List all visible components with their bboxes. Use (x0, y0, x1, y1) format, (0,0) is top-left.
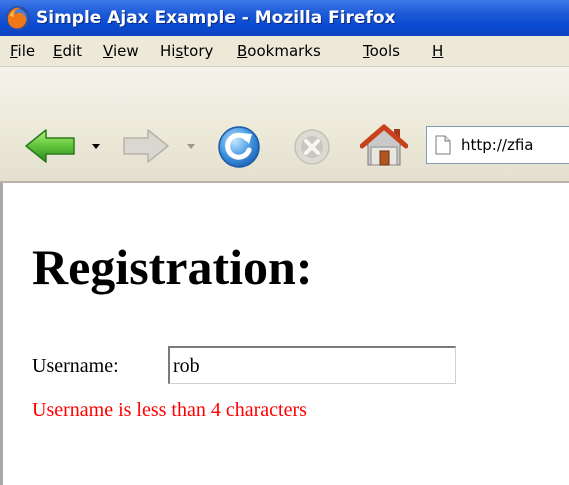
forward-dropdown-icon[interactable] (187, 144, 195, 149)
username-input[interactable] (168, 346, 456, 384)
home-icon[interactable] (360, 123, 408, 169)
menu-view[interactable]: View (103, 42, 139, 60)
menu-edit-label: dit (62, 42, 83, 60)
browser-window: Simple Ajax Example - Mozilla Firefox Fi… (0, 0, 569, 485)
menu-bookmarks-mnemonic: B (237, 42, 248, 60)
menu-edit[interactable]: Edit (53, 42, 82, 60)
title-bar[interactable]: Simple Ajax Example - Mozilla Firefox (0, 0, 569, 36)
menu-file-mnemonic: F (10, 42, 18, 60)
menu-bookmarks-label: ookmarks (247, 42, 321, 60)
page-content (0, 183, 569, 485)
username-label: Username: (32, 355, 119, 377)
menu-file[interactable]: File (10, 42, 35, 60)
url-text: http://zfia (461, 136, 534, 154)
menu-tools-label: ools (369, 42, 400, 60)
reload-icon[interactable] (216, 124, 262, 170)
menu-view-mnemonic: V (103, 42, 113, 60)
menu-history[interactable]: History (160, 42, 213, 60)
menu-bar: File Edit View History Bookmarks Tools H (0, 36, 569, 67)
url-bar[interactable]: http://zfia (426, 126, 569, 164)
stop-icon[interactable] (292, 127, 332, 167)
menu-help[interactable]: H (432, 42, 443, 60)
menu-bookmarks[interactable]: Bookmarks (237, 42, 321, 60)
menu-history-label: tory (183, 42, 214, 60)
page-icon (435, 135, 451, 155)
menu-view-label: iew (112, 42, 139, 60)
back-dropdown-icon[interactable] (92, 144, 100, 149)
menu-file-label: ile (17, 42, 36, 60)
page-title: Registration: (32, 239, 313, 295)
firefox-logo-icon (6, 6, 30, 30)
error-message: Username is less than 4 characters (32, 399, 307, 421)
menu-tools-mnemonic: T (363, 42, 370, 60)
forward-icon[interactable] (118, 127, 172, 165)
menu-history-label-pre: Hi (160, 42, 176, 60)
back-icon[interactable] (22, 127, 80, 165)
window-left-border (0, 183, 3, 485)
menu-tools[interactable]: Tools (363, 42, 400, 60)
menu-help-mnemonic: H (432, 42, 444, 60)
window-title: Simple Ajax Example - Mozilla Firefox (36, 8, 396, 28)
